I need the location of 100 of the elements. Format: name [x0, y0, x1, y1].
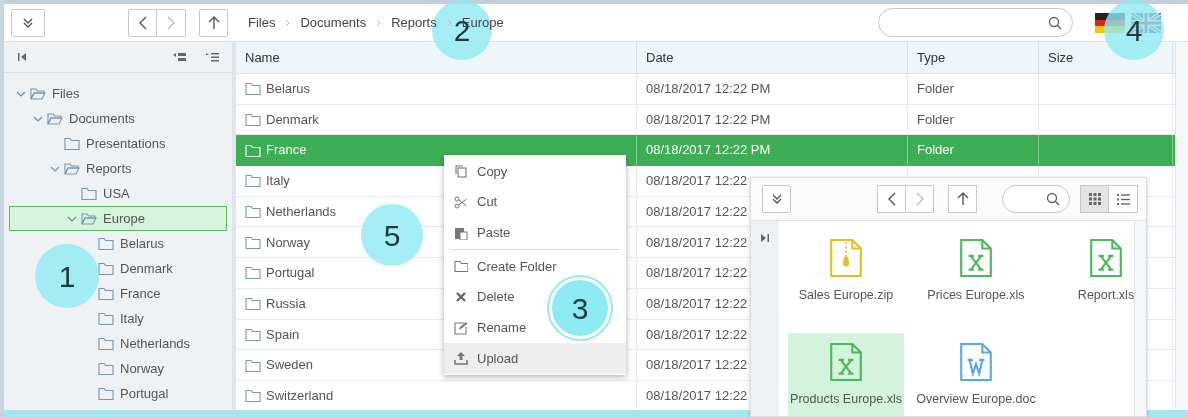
chevron-down-icon[interactable]	[33, 115, 43, 122]
folder-icon	[98, 361, 114, 376]
table-cell-text: 08/18/2017 12:22 PM	[646, 110, 771, 129]
table-cell-text: 08/18/2017 12:22	[646, 325, 748, 344]
folder-icon	[245, 81, 261, 97]
folder-icon	[245, 234, 261, 250]
chevron-right-icon	[376, 18, 382, 27]
arrow-up-icon	[207, 15, 220, 30]
folder-icon	[98, 261, 114, 276]
grid-view-button[interactable]	[1080, 185, 1109, 213]
collapse-list-icon[interactable]	[173, 52, 186, 62]
folder-icon	[245, 326, 261, 342]
menu-item[interactable]: Paste	[444, 217, 521, 249]
list-view-button[interactable]	[1109, 185, 1138, 213]
table-cell-text: Sweden	[266, 356, 313, 375]
tree-item[interactable]: Norway	[83, 356, 170, 381]
table-cell-text: 08/18/2017 12:22 PM	[646, 80, 771, 99]
folder-icon	[245, 265, 261, 281]
table-cell-text: Norway	[266, 233, 311, 252]
collapse-panel-icon[interactable]	[17, 52, 27, 62]
column-header[interactable]: Date	[637, 42, 908, 73]
up-button[interactable]	[199, 8, 228, 37]
up-button[interactable]	[948, 185, 977, 213]
table-row[interactable]: Denmark 08/18/2017 12:22 PM Folder	[236, 104, 1175, 136]
folder-icon	[245, 112, 261, 128]
tree-item[interactable]: Portugal	[83, 381, 174, 406]
table-cell-text: 08/18/2017 12:22	[646, 172, 748, 191]
breadcrumb-link[interactable]: Documents	[300, 12, 367, 33]
open-folder-icon	[30, 86, 46, 101]
back-button[interactable]	[877, 185, 906, 213]
clipboard-icon	[454, 225, 468, 240]
chevron-right-icon	[446, 18, 452, 27]
table-cell-text: Netherlands	[266, 202, 337, 221]
open-folder-icon	[47, 111, 63, 126]
table-cell-text: 08/18/2017 12:22	[646, 202, 748, 221]
pencil-icon	[454, 320, 468, 335]
table-cell-text: Folder	[917, 80, 954, 99]
table-cell-text: Denmark	[266, 110, 319, 129]
expand-button[interactable]	[762, 185, 791, 213]
chevron-right-icon	[167, 15, 175, 30]
forward-button[interactable]	[906, 185, 934, 213]
breadcrumb-link[interactable]: Files	[248, 12, 276, 33]
file-tile[interactable]: Report.xls	[1048, 229, 1134, 321]
scrollbar-track[interactable]	[1175, 42, 1188, 410]
table-cell-text: Italy	[266, 172, 290, 191]
folder-icon	[245, 142, 261, 158]
folder-icon	[245, 296, 261, 312]
table-cell-text: 08/18/2017 12:22 PM	[646, 141, 771, 160]
table-cell-text: Belarus	[266, 80, 311, 99]
folder-icon	[98, 386, 114, 401]
folder-icon	[245, 173, 261, 189]
file-tile[interactable]: Prices Europe.xls	[918, 229, 1034, 321]
file-tile[interactable]: Sales Europe.zip	[788, 229, 904, 321]
tree-item[interactable]: Files	[15, 81, 85, 106]
list-icon	[1116, 193, 1130, 205]
table-cell-text: Switzerland	[266, 386, 334, 405]
back-button[interactable]	[128, 8, 157, 37]
menu-item[interactable]: Delete	[444, 281, 525, 313]
table-cell-text: Spain	[266, 325, 300, 344]
chevron-down-icon[interactable]	[50, 165, 60, 172]
spreadsheet-file-icon	[960, 239, 992, 277]
search-field[interactable]	[1002, 185, 1070, 213]
tree-item[interactable]: Reports	[49, 156, 137, 181]
expand-panel-icon[interactable]	[760, 233, 770, 243]
upload-icon	[454, 351, 468, 366]
double-chevron-down-icon	[22, 16, 34, 29]
table-row[interactable]: Belarus 08/18/2017 12:22 PM Folder	[236, 74, 1175, 105]
document-file-icon	[960, 343, 992, 381]
chevron-down-icon[interactable]	[67, 215, 77, 222]
forward-button[interactable]	[157, 8, 186, 37]
menu-item[interactable]: Upload	[444, 343, 626, 374]
chevron-right-icon	[915, 192, 924, 206]
search-icon	[1046, 192, 1060, 206]
tree-item[interactable]: Presentations	[49, 131, 171, 156]
chevron-down-icon[interactable]	[16, 90, 26, 97]
chevron-left-icon	[887, 192, 896, 206]
column-header[interactable]: Type	[908, 42, 1039, 73]
table-cell-text: France	[266, 141, 307, 160]
folder-icon	[98, 236, 114, 251]
table-cell-text: 08/18/2017 12:22	[646, 233, 748, 252]
zip-file-icon	[830, 239, 862, 277]
tree-item[interactable]: Netherlands	[83, 331, 196, 356]
scrollbar-track[interactable]	[1134, 221, 1146, 416]
table-cell-text: Folder	[917, 110, 954, 129]
expand-list-icon[interactable]	[206, 52, 219, 62]
folder-icon	[245, 357, 261, 373]
file-tile[interactable]: Products Europe.xls	[788, 333, 904, 416]
tree-item[interactable]: Documents	[32, 106, 140, 131]
double-chevron-down-icon	[770, 193, 783, 205]
tree-item[interactable]: USA	[66, 181, 135, 206]
folder-icon	[98, 286, 114, 301]
table-cell-text: Russia	[266, 294, 306, 313]
menu-item[interactable]: Rename	[444, 312, 537, 344]
expand-button[interactable]	[11, 8, 45, 37]
arrow-up-icon	[956, 192, 969, 206]
table-cell-text: Folder	[917, 141, 954, 160]
tree-item[interactable]: Europe	[9, 206, 227, 231]
tree-item[interactable]: Italy	[83, 306, 149, 331]
folder-icon	[98, 311, 114, 326]
folder-icon	[81, 186, 97, 201]
